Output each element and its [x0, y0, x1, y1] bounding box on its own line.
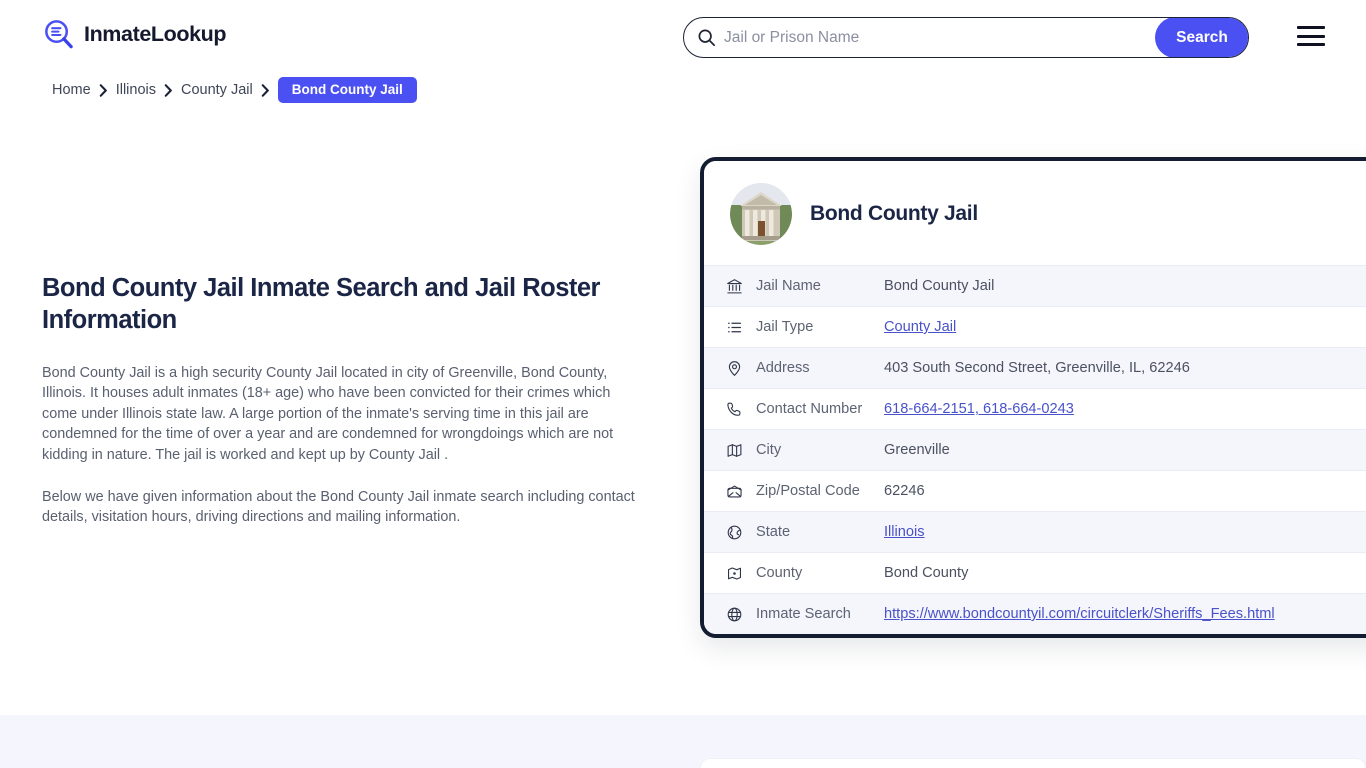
breadcrumb-item-current: Bond County Jail — [277, 77, 417, 103]
table-row: City Greenville — [704, 429, 1366, 470]
table-row: Zip/Postal Code 62246 — [704, 470, 1366, 511]
row-value: 62246 — [884, 483, 925, 499]
row-label: County — [756, 565, 803, 581]
row-value: Bond County Jail — [884, 278, 995, 294]
map-icon — [726, 442, 756, 459]
bank-icon — [726, 278, 756, 295]
brand-name: InmateLookup — [84, 22, 227, 46]
brand-logo-link[interactable]: InmateLookup — [42, 18, 227, 51]
region-icon — [726, 565, 756, 582]
jail-info-card: Bond County Jail Jail Name Bond County J… — [700, 157, 1366, 638]
row-value: https://www.bondcountyil.com/circuitcler… — [884, 606, 1275, 622]
row-label: State — [756, 524, 791, 540]
row-value: 403 South Second Street, Greenville, IL,… — [884, 360, 1190, 376]
chevron-right-icon — [261, 83, 270, 97]
table-row: Inmate Search https://www.bondcountyil.c… — [704, 593, 1366, 634]
breadcrumb: Home Illinois County Jail Bond County Ja… — [52, 77, 417, 103]
state-link[interactable]: Illinois — [884, 524, 925, 540]
row-label: City — [756, 442, 782, 458]
table-row: Jail Type County Jail — [704, 306, 1366, 347]
row-label: Inmate Search — [756, 606, 851, 622]
menu-bar-1 — [1297, 26, 1325, 29]
secondary-paragraph: Below we have given information about th… — [42, 489, 635, 526]
row-value: County Jail — [884, 319, 956, 335]
search-button[interactable]: Search — [1155, 18, 1248, 57]
table-row: Address 403 South Second Street, Greenvi… — [704, 347, 1366, 388]
table-row: State Illinois — [704, 511, 1366, 552]
globe-icon — [726, 606, 756, 623]
row-value: 618-664-2151, 618-664-0243 — [884, 401, 1074, 417]
row-value: Bond County — [884, 565, 969, 581]
map-pin-icon — [726, 360, 756, 377]
breadcrumb-item-county-jail[interactable]: County Jail — [181, 82, 253, 98]
menu-bar-3 — [1297, 43, 1325, 46]
row-value: Greenville — [884, 442, 950, 458]
hamburger-menu-icon[interactable] — [1297, 24, 1327, 48]
search-bar: Search — [683, 17, 1249, 58]
table-row: Contact Number 618-664-2151, 618-664-024… — [704, 388, 1366, 429]
phone-icon — [726, 401, 756, 418]
site-header: InmateLookup Search — [0, 0, 1366, 72]
row-label: Jail Name — [756, 278, 821, 294]
chevron-right-icon — [164, 83, 173, 97]
search-input[interactable] — [720, 18, 1155, 57]
row-label: Address — [756, 360, 810, 376]
intro-paragraph: Bond County Jail is a high security Coun… — [42, 364, 614, 463]
courthouse-photo-avatar — [730, 183, 792, 245]
contact-number-link[interactable]: 618-664-2151, 618-664-0243 — [884, 401, 1074, 417]
table-row: Jail Name Bond County Jail — [704, 265, 1366, 306]
row-label: Contact Number — [756, 401, 863, 417]
row-label: Zip/Postal Code — [756, 483, 860, 499]
footer-card-top-edge — [700, 758, 1366, 768]
article-content: Bond County Jail Inmate Search and Jail … — [42, 272, 642, 550]
magnifier-list-logo-icon — [42, 18, 75, 51]
table-row: County Bond County — [704, 552, 1366, 593]
inmate-search-link[interactable]: https://www.bondcountyil.com/circuitcler… — [884, 606, 1275, 622]
menu-bar-2 — [1297, 34, 1325, 38]
row-value: Illinois — [884, 524, 925, 540]
breadcrumb-item-illinois[interactable]: Illinois — [116, 82, 156, 98]
page-title: Bond County Jail Inmate Search and Jail … — [42, 274, 600, 335]
chevron-right-icon — [99, 83, 108, 97]
globe-state-icon — [726, 524, 756, 541]
jail-info-card-header: Bond County Jail — [704, 161, 1366, 265]
breadcrumb-item-home[interactable]: Home — [52, 82, 91, 98]
search-icon — [684, 18, 720, 57]
envelope-icon — [726, 483, 756, 500]
row-label: Jail Type — [756, 319, 814, 335]
list-icon — [726, 319, 756, 336]
jail-type-link[interactable]: County Jail — [884, 319, 956, 335]
jail-info-card-title: Bond County Jail — [810, 202, 978, 225]
